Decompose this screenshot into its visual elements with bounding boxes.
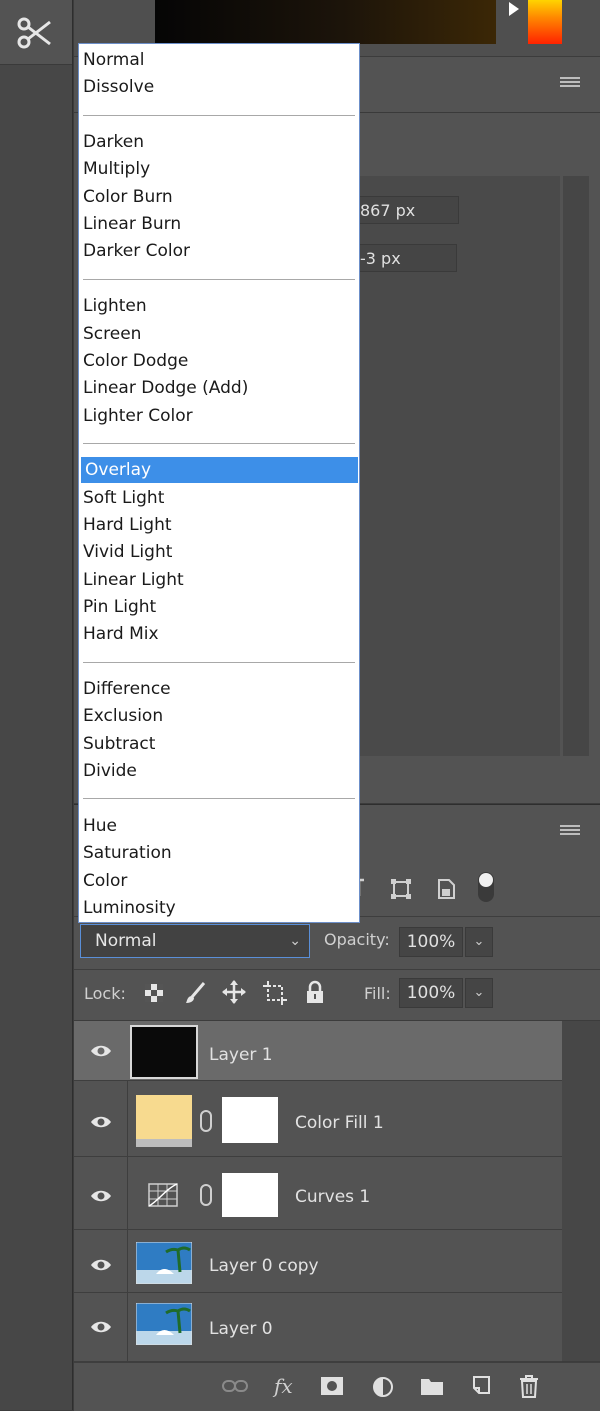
blend-mode-option[interactable]: Soft Light xyxy=(79,485,359,511)
blend-mode-option[interactable]: Linear Light xyxy=(79,567,359,593)
tool-slot xyxy=(0,0,72,65)
menu-separator xyxy=(83,278,355,280)
blend-mode-option[interactable]: Overlay xyxy=(81,457,358,484)
beach-image-thumbnail xyxy=(136,1242,192,1284)
chain-link-icon[interactable] xyxy=(200,1110,212,1132)
opacity-field[interactable]: 100% xyxy=(399,927,463,957)
blend-mode-option[interactable]: Hue xyxy=(79,813,359,839)
trash-icon[interactable] xyxy=(518,1374,540,1398)
blend-mode-menu: Normal Dissolve Darken Multiply Color Burn Li… xyxy=(78,43,360,923)
chain-link-icon[interactable] xyxy=(200,1184,212,1206)
menu-separator xyxy=(83,114,355,116)
blend-mode-option[interactable]: Luminosity xyxy=(79,895,359,921)
blend-mode-option[interactable]: Linear Burn xyxy=(79,211,359,237)
fill-field[interactable]: 100% xyxy=(399,978,463,1008)
blend-mode-option[interactable]: Color xyxy=(79,868,359,894)
shape-filter-icon[interactable] xyxy=(390,878,412,900)
height-field[interactable]: -3 px xyxy=(355,244,457,272)
blend-mode-option[interactable]: Darker Color xyxy=(79,238,359,264)
layer-row[interactable]: Color Fill 1 xyxy=(74,1081,562,1157)
blend-mode-option[interactable]: Normal xyxy=(79,47,359,73)
blend-mode-option[interactable]: Difference xyxy=(79,676,359,702)
eye-icon[interactable] xyxy=(90,1189,112,1203)
layer-mask-thumbnail xyxy=(222,1173,278,1217)
adjustment-layer-icon[interactable] xyxy=(372,1376,394,1398)
curves-grid-icon xyxy=(148,1183,178,1207)
menu-separator xyxy=(83,798,355,800)
blend-mode-option[interactable]: Vivid Light xyxy=(79,539,359,565)
blend-mode-option[interactable]: Saturation xyxy=(79,840,359,866)
blend-mode-option[interactable]: Subtract xyxy=(79,731,359,757)
new-layer-icon[interactable] xyxy=(470,1375,492,1397)
menu-separator xyxy=(83,442,355,444)
lock-all-icon[interactable] xyxy=(304,980,326,1004)
layer-row[interactable]: Layer 1 xyxy=(74,1021,562,1081)
color-field[interactable] xyxy=(155,0,496,44)
opacity-dropdown-button[interactable]: ⌄ xyxy=(465,927,493,957)
blend-mode-option[interactable]: Screen xyxy=(79,321,359,347)
layer-thumbnail xyxy=(130,1025,198,1079)
blend-mode-option[interactable]: Linear Dodge (Add) xyxy=(79,375,359,401)
layer-name: Layer 1 xyxy=(209,1045,273,1065)
layers-scrollbar[interactable] xyxy=(562,1021,600,1361)
blend-mode-option[interactable]: Dissolve xyxy=(79,74,359,100)
blend-mode-option[interactable]: Pin Light xyxy=(79,594,359,620)
panel-menu-icon[interactable] xyxy=(560,825,580,839)
blend-mode-option[interactable]: Color Burn xyxy=(79,184,359,210)
blend-mode-option[interactable]: Exclusion xyxy=(79,703,359,729)
blend-mode-option[interactable]: Darken xyxy=(79,129,359,155)
width-field[interactable]: 867 px xyxy=(355,196,459,224)
blend-mode-option[interactable]: Lighten xyxy=(79,293,359,319)
beach-image-thumbnail xyxy=(136,1303,192,1345)
blend-mode-option[interactable]: Divide xyxy=(79,758,359,784)
blend-mode-option[interactable]: Hard Mix xyxy=(79,621,359,647)
blend-mode-option[interactable]: Hard Light xyxy=(79,512,359,538)
eye-icon[interactable] xyxy=(90,1115,112,1129)
blend-mode-option[interactable]: Multiply xyxy=(79,156,359,182)
blend-mode-option[interactable]: Color Dodge xyxy=(79,348,359,374)
hue-slider[interactable] xyxy=(528,0,562,44)
lock-transparent-icon[interactable] xyxy=(144,983,164,1003)
fill-dropdown-button[interactable]: ⌄ xyxy=(465,978,493,1008)
lock-artboard-icon[interactable] xyxy=(262,980,288,1006)
fill-label: Fill: xyxy=(364,984,391,1003)
chevron-down-icon: ⌄ xyxy=(289,933,301,949)
fill-swatch-thumbnail xyxy=(136,1095,192,1139)
layer-name: Layer 0 copy xyxy=(209,1256,319,1276)
properties-scrollbar[interactable] xyxy=(563,176,589,756)
blend-mode-value: Normal xyxy=(95,931,157,951)
menu-separator xyxy=(83,661,355,663)
add-mask-icon[interactable] xyxy=(320,1376,344,1396)
link-layers-icon[interactable] xyxy=(222,1378,248,1394)
panel-menu-icon[interactable] xyxy=(560,77,580,91)
filter-toggle-icon[interactable] xyxy=(476,870,496,904)
layer-name: Layer 0 xyxy=(209,1319,273,1339)
hue-pointer-icon[interactable] xyxy=(509,2,519,16)
layer-row[interactable]: Layer 0 copy xyxy=(74,1230,562,1293)
scissors-icon[interactable] xyxy=(16,14,54,52)
fx-icon[interactable]: fx xyxy=(274,1374,293,1398)
opacity-label: Opacity: xyxy=(324,930,390,949)
layer-mask-thumbnail xyxy=(222,1097,278,1143)
eye-icon[interactable] xyxy=(90,1044,112,1058)
lock-pixels-brush-icon[interactable] xyxy=(184,981,208,1005)
new-group-folder-icon[interactable] xyxy=(420,1376,444,1396)
layer-row[interactable]: Curves 1 xyxy=(74,1157,562,1230)
eye-icon[interactable] xyxy=(90,1320,112,1334)
lock-label: Lock: xyxy=(84,984,126,1003)
eye-icon[interactable] xyxy=(90,1258,112,1272)
layer-row[interactable]: Layer 0 xyxy=(74,1293,562,1362)
tool-panel xyxy=(0,0,73,1410)
lock-position-move-icon[interactable] xyxy=(222,980,246,1004)
blend-mode-select[interactable]: Normal ⌄ xyxy=(80,924,310,958)
smart-object-filter-icon[interactable] xyxy=(436,878,456,900)
blend-mode-option[interactable]: Lighter Color xyxy=(79,403,359,429)
layer-name: Color Fill 1 xyxy=(295,1113,384,1133)
fill-adjust-bar xyxy=(136,1139,192,1147)
layer-name: Curves 1 xyxy=(295,1187,371,1207)
